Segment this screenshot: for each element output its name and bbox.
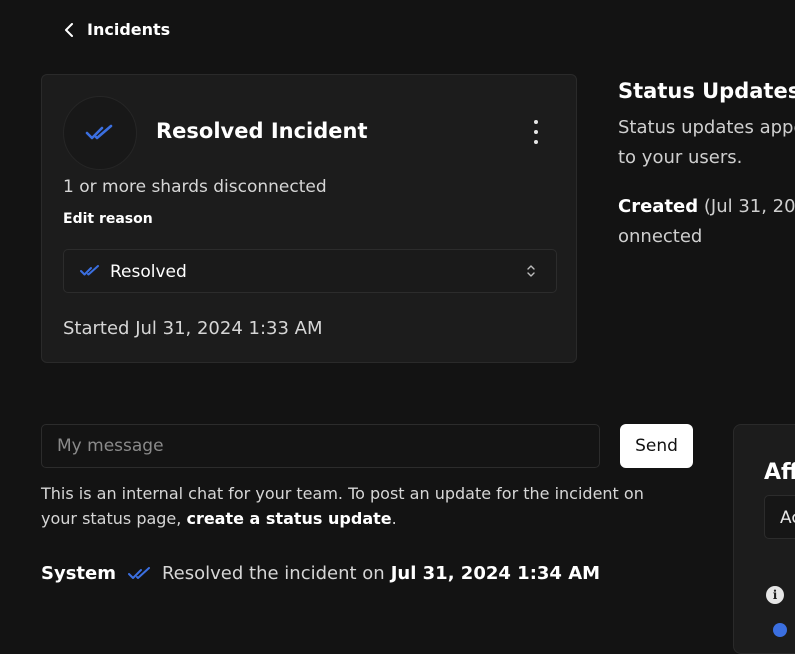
double-check-icon (85, 124, 113, 140)
log-text: Resolved the incident on (161, 563, 385, 584)
back-label: Incidents (87, 20, 171, 39)
send-button[interactable]: Send (620, 424, 693, 468)
kebab-menu-icon[interactable] (531, 120, 541, 144)
back-to-incidents-link[interactable]: Incidents (63, 20, 170, 39)
incident-card: Resolved Incident 1 or more shards disco… (41, 74, 577, 363)
status-update-created: Created (Jul 31, 202 onnected (618, 196, 795, 247)
status-dot (773, 623, 787, 637)
create-status-update-link[interactable]: create a status update (186, 509, 391, 528)
affected-components-panel (733, 424, 795, 654)
message-input[interactable] (41, 424, 600, 468)
edit-reason-link[interactable]: Edit reason (63, 211, 153, 227)
started-time: Started Jul 31, 2024 1:33 AM (63, 318, 323, 339)
double-check-icon (127, 566, 150, 579)
affected-select[interactable]: Ac (764, 495, 795, 539)
resolved-badge (63, 96, 137, 170)
info-icon[interactable]: i (766, 586, 784, 604)
incident-title: Resolved Incident (156, 119, 368, 143)
log-timestamp: Jul 31, 2024 1:34 AM (390, 563, 601, 584)
status-select[interactable]: Resolved (63, 249, 557, 293)
chevron-left-icon (65, 22, 73, 37)
status-updates-title: Status Updates (618, 79, 795, 103)
log-author: System (41, 563, 116, 584)
activity-log-entry: System Resolved the incident on Jul 31, … (41, 563, 600, 584)
status-select-value: Resolved (110, 262, 187, 282)
affected-panel-title: Aff (764, 460, 795, 485)
status-updates-description: Status updates appe to your users. (618, 117, 795, 168)
chevron-up-down-icon (527, 265, 535, 277)
double-check-icon (80, 265, 99, 276)
internal-chat-note: This is an internal chat for your team. … (41, 484, 644, 528)
incident-description: 1 or more shards disconnected (63, 177, 327, 197)
